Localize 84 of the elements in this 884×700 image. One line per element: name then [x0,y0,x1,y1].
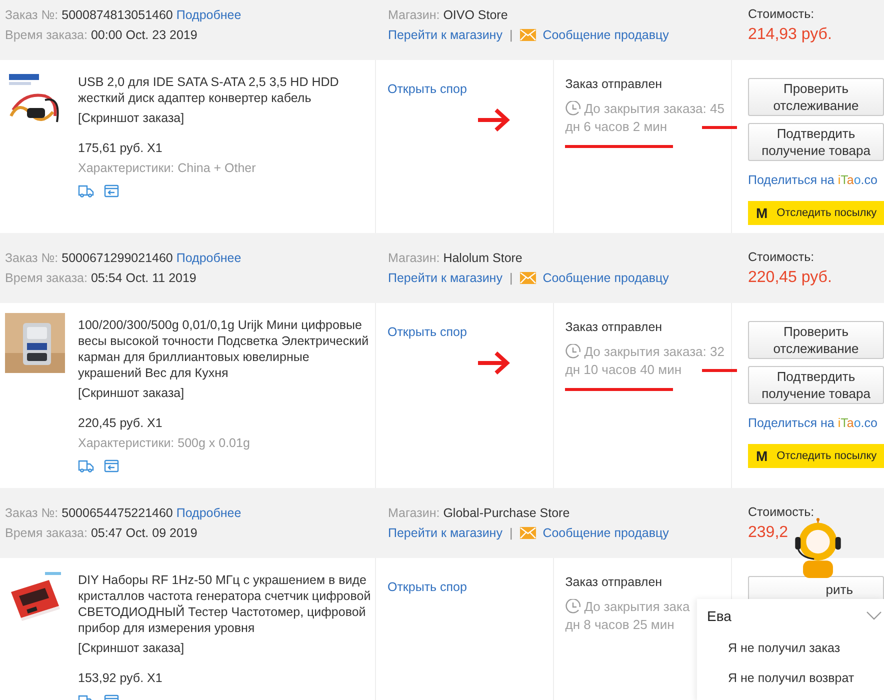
countdown-text: дн 10 часов 40 мин [565,361,682,379]
message-seller-link[interactable]: Сообщение продавцу [542,268,669,288]
assistant-robot-drawing [792,518,844,578]
countdown-text: дн 6 часов 2 мин [565,118,668,136]
store-label: Магазин: [388,251,440,265]
link-separator: | [509,270,513,287]
details-link[interactable]: Подробнее [176,506,242,520]
order-time: 05:47 Oct. 09 2019 [90,526,198,540]
countdown-text: До закрытия заказа: 32 [584,343,724,361]
clock-icon [565,599,582,615]
product-title[interactable]: 100/200/300/500g 0,01/0,1g Urijk Мини цифровые весы высокой точности Подсветка Электрический карман для бриллиантовых ювелирные украшений Вес для Кухня [78,317,373,381]
countdown-text: дн 8 часов 25 мин [565,616,674,634]
snapshot-link[interactable]: [Скриншот заказа] [78,385,373,401]
store-name: OIVO Store [443,8,508,22]
product-price: 153,92 руб. X1 [78,670,164,686]
order-time-label: Время заказа: [5,526,88,540]
store-link[interactable]: Перейти к магазину [388,268,502,288]
product-specs: Характеристики: 500g x 0.01g [78,435,251,451]
dash-annotation [702,369,738,372]
message-seller-link[interactable]: Сообщение продавцу [542,523,669,543]
order-cost: 239,2 [748,523,790,543]
product-specs: Характеристики: China + Other [78,160,257,176]
order-status: Заказ отправлен [565,319,664,335]
track-parcel-button[interactable]: M Отследить посылку [748,444,884,468]
order-number: 5000654475221460 [62,506,173,520]
chevron-down-icon[interactable] [866,611,882,621]
order-status: Заказ отправлен [565,574,664,590]
countdown-text: До закрытия заказа: 45 [584,100,724,118]
product-price: 220,45 руб. X1 [78,415,164,431]
order-time-label: Время заказа: [5,271,88,285]
order-number-label: Заказ №: [5,506,58,520]
chat-suggestion[interactable]: Я не получил заказ [697,633,884,663]
order-number: 5000671299021460 [62,251,173,265]
cost-label: Стоимость: [748,504,814,521]
share-link[interactable]: Поделиться на iTao.co [748,172,884,188]
details-link[interactable]: Подробнее [176,8,242,22]
link-separator: | [509,27,513,44]
open-dispute-link[interactable]: Открыть спор [387,325,467,339]
order-status: Заказ отправлен [565,76,664,92]
product-title[interactable]: DIY Наборы RF 1Hz-50 МГц с украшением в виде кристаллов частота генератора счетчик цифровой СВЕТОДИОДНЫЙ Тестер Частотомер, цифровой прибор для измерения уровня [78,572,373,636]
truck-icon[interactable] [78,184,94,198]
open-dispute-link[interactable]: Открыть спор [387,82,467,96]
cost-label: Стоимость: [748,6,816,23]
message-seller-link[interactable]: Сообщение продавцу [542,25,669,45]
return-box-icon[interactable] [104,459,119,473]
store-label: Магазин: [388,8,440,22]
snapshot-link[interactable]: [Скриншот заказа] [78,110,373,126]
return-box-icon[interactable] [104,184,119,198]
store-link[interactable]: Перейти к магазину [388,25,502,45]
confirm-receipt-button[interactable]: Подтвердить получение товара [748,366,884,404]
snapshot-link[interactable]: [Скриншот заказа] [78,640,373,656]
order-time: 00:00 Oct. 23 2019 [90,28,198,42]
order-number: 5000874813051460 [62,8,173,22]
track-parcel-button[interactable]: M Отследить посылку [748,201,884,225]
details-link[interactable]: Подробнее [176,251,242,265]
share-link[interactable]: Поделиться на iTao.co [748,415,884,431]
envelope-icon[interactable] [520,527,536,539]
confirm-receipt-button[interactable]: Подтвердить получение товара [748,123,884,161]
order-cost: 220,45 руб. [748,268,832,288]
link-separator: | [509,525,513,542]
store-label: Магазин: [388,506,440,520]
open-dispute-link[interactable]: Открыть спор [387,580,467,594]
order-number-label: Заказ №: [5,251,58,265]
product-price: 175,61 руб. X1 [78,140,164,156]
order-time: 05:54 Oct. 11 2019 [90,271,196,285]
cost-label: Стоимость: [748,249,816,266]
store-name: Global-Purchase Store [443,506,570,520]
order-cost: 214,93 руб. [748,25,832,45]
store-name: Halolum Store [443,251,522,265]
envelope-icon[interactable] [520,272,536,284]
store-link[interactable]: Перейти к магазину [388,523,502,543]
check-tracking-button[interactable]: Проверить отслеживание [748,321,884,359]
countdown-text: До закрытия зака [584,598,690,616]
assistant-name: Ева [707,606,732,626]
check-tracking-button[interactable]: Проверить отслеживание [748,78,884,116]
order-time-label: Время заказа: [5,28,88,42]
dash-annotation [702,126,738,129]
product-title[interactable]: USB 2,0 для IDE SATA S-ATA 2,5 3,5 HD HDD жесткий диск адаптер конвертер кабель [78,74,373,106]
order-number-label: Заказ №: [5,8,58,22]
clock-icon [565,344,582,360]
clock-icon [565,101,582,117]
envelope-icon[interactable] [520,29,536,41]
chat-suggestion[interactable]: Я не получил возврат [697,663,884,693]
truck-icon[interactable] [78,459,94,473]
